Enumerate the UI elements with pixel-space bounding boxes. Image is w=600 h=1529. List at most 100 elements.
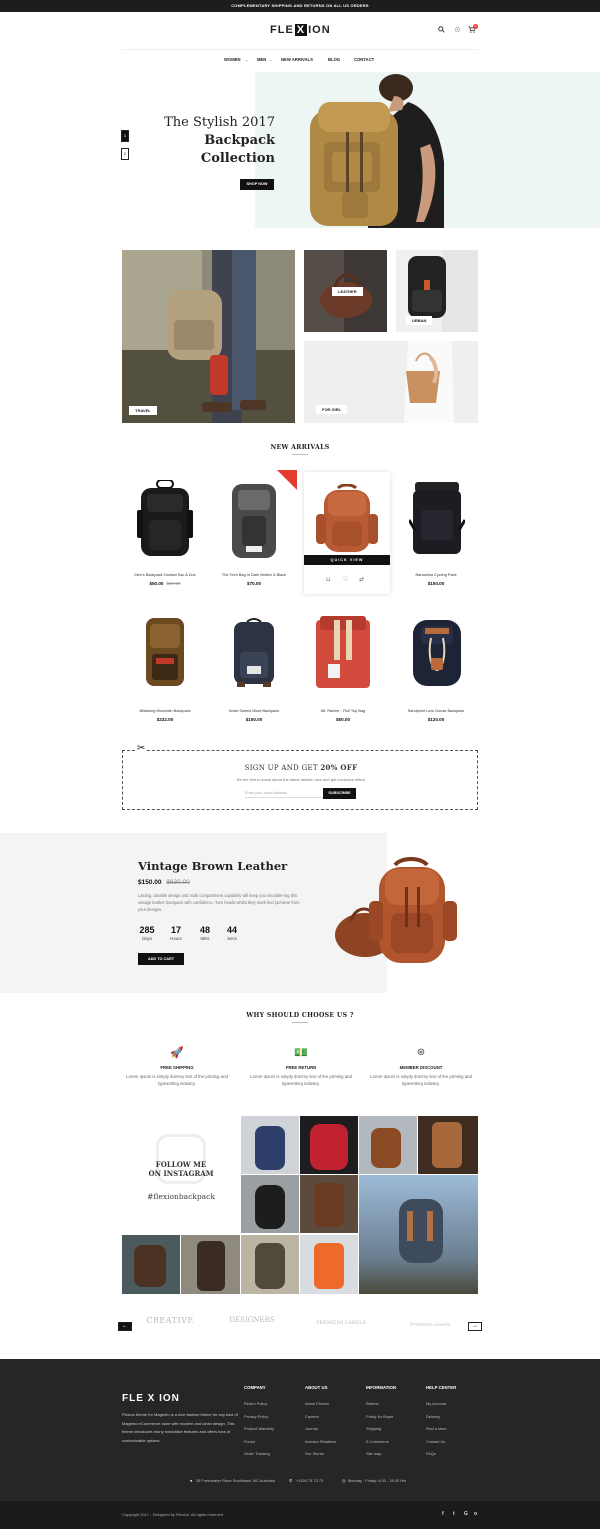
footer-link[interactable]: Our Stores (305, 1448, 336, 1461)
deal-description: Lasting, durable design and multi compar… (138, 893, 300, 912)
compare-icon[interactable]: ⇄ (359, 576, 364, 583)
instagram-line-1: FOLLOW ME (155, 1160, 207, 1169)
shop-now-button[interactable]: SHOP NOW (240, 179, 274, 190)
nav-men[interactable]: MEN (257, 57, 266, 62)
twitter-icon[interactable]: t (453, 1511, 455, 1517)
search-icon[interactable] (436, 26, 446, 36)
footer-col-information: Refund Policy for Buyer Shipping E-Comme… (366, 1398, 393, 1461)
category-travel[interactable]: TRAVEL (122, 250, 295, 423)
instagram-photo[interactable] (300, 1175, 358, 1233)
nav-blog[interactable]: BLOG (328, 57, 340, 62)
footer-col-title-information: INFORMATION (366, 1385, 396, 1390)
rocket-icon: 🚀 (170, 1047, 184, 1059)
footer-link[interactable]: Privacy Policy (244, 1411, 274, 1424)
footer-link[interactable]: Product Warranty (244, 1423, 274, 1436)
footer-link[interactable]: Contact Us (426, 1436, 447, 1449)
product-name[interactable]: Nanamica Cycling Pack (393, 572, 479, 577)
hero-slider: The Stylish 2017 Backpack Collection SHO… (0, 72, 600, 228)
footer-link[interactable]: Order Tracking (244, 1448, 274, 1461)
product-card[interactable]: Men's Backpack Tactical Sac A Dos $50.00… (122, 472, 208, 592)
footer-link[interactable]: Shipping (366, 1423, 393, 1436)
footer-link[interactable]: E-Commerce (366, 1436, 393, 1449)
product-price: $232.00 (156, 717, 174, 722)
category-for-girl[interactable]: FOR GIRL (304, 341, 478, 423)
slide-1-button[interactable]: 1 (121, 130, 129, 142)
instagram-photo[interactable] (241, 1175, 299, 1233)
product-name[interactable]: Billabong Mountain Backpack (122, 708, 208, 713)
quick-view-button[interactable]: QUICK VIEW (304, 555, 390, 565)
product-card[interactable]: Sandpoint Lars Gonas Backpack $120.00 (393, 608, 479, 728)
product-card[interactable]: Billabong Mountain Backpack $232.00 (122, 608, 208, 728)
footer-link[interactable]: Find a store (426, 1423, 447, 1436)
product-name[interactable]: Nnart Sweed Blunt Backpack (211, 708, 297, 713)
partner-logo-creative[interactable]: CREATIVE (145, 1316, 195, 1325)
instagram-photo[interactable] (241, 1235, 299, 1294)
slide-2-button[interactable]: 2 (121, 148, 129, 160)
product-name[interactable]: Sandpoint Lars Gonas Backpack (393, 708, 479, 713)
footer-link[interactable]: Return Policy (244, 1398, 274, 1411)
wishlist-icon[interactable]: ♡ (343, 576, 348, 583)
subscribe-button[interactable]: SUBSCRIBE (323, 788, 356, 799)
footer-link[interactable]: Delivery (426, 1411, 447, 1424)
why-item-title: FREE RETURN (285, 1065, 317, 1070)
instagram-social-icon[interactable]: o (474, 1511, 477, 1517)
countdown-mins-value: 48 (199, 925, 210, 935)
countdown-mins: 48 Mins (192, 925, 218, 941)
cart-icon[interactable]: 0 (467, 24, 478, 36)
instagram-block[interactable]: FOLLOW ME ON INSTAGRAM #flexionbackpack (122, 1116, 240, 1234)
instagram-hashtag[interactable]: #flexionbackpack (122, 1192, 240, 1201)
footer-col-company: Return Policy Privacy Policy Product War… (244, 1398, 274, 1461)
instagram-photo[interactable] (181, 1235, 240, 1294)
partners-next-button[interactable]: → (468, 1322, 482, 1331)
footer-link[interactable]: About Flexion (305, 1398, 336, 1411)
photo-bag (134, 1245, 166, 1287)
facebook-icon[interactable]: f (442, 1511, 444, 1517)
partners-prev-button[interactable]: ← (118, 1322, 132, 1331)
add-to-cart-button[interactable]: ADD TO CART (138, 953, 184, 965)
instagram-photo[interactable] (300, 1235, 358, 1294)
instagram-photo[interactable] (300, 1116, 358, 1174)
nav-new-arrivals[interactable]: NEW ARRIVALS (281, 57, 313, 62)
footer-link[interactable]: My Account (426, 1398, 447, 1411)
product-card[interactable]: Nnart Sweed Blunt Backpack $150.00 (211, 608, 297, 728)
newsletter-signup: ✂ SIGN UP AND GET 20% OFF Be the first t… (122, 744, 478, 810)
instagram-photo-large[interactable] (359, 1175, 478, 1294)
instagram-photo[interactable] (241, 1116, 299, 1174)
partner-logo-premium-labels[interactable]: PREMIUM LABELS (315, 1320, 367, 1326)
footer-link[interactable]: Forum (244, 1436, 274, 1449)
email-field[interactable]: Enter your email address (245, 789, 325, 798)
instagram-photo[interactable] (418, 1116, 478, 1174)
gear-icon[interactable] (452, 26, 462, 36)
footer-link[interactable]: Policy for Buyer (366, 1411, 393, 1424)
category-leather[interactable]: LEATHER (304, 250, 387, 332)
photo-bag (255, 1185, 285, 1229)
category-urban[interactable]: URBAN (396, 250, 478, 332)
deal-title: Vintage Brown Leather (138, 859, 288, 873)
product-card[interactable]: Mt. Rainier - Roll Top Bag $50.00 (300, 608, 386, 728)
nav-contact[interactable]: CONTACT (354, 57, 374, 62)
location-icon: ● (190, 1478, 193, 1483)
partner-logo-premium-goods[interactable]: Premium Goods (405, 1322, 455, 1328)
nav-women[interactable]: WOMEN (224, 57, 241, 62)
footer-link[interactable]: Careers (305, 1411, 336, 1424)
footer-link[interactable]: Investor Relations (305, 1436, 336, 1449)
footer-link[interactable]: Refund (366, 1398, 393, 1411)
product-card[interactable]: Nanamica Cycling Pack $150.00 (393, 472, 479, 592)
instagram-photo[interactable] (122, 1235, 180, 1294)
hero-line-3: Collection (200, 151, 275, 166)
footer-link[interactable]: FAQs (426, 1448, 447, 1461)
why-item-free-return: 💵 FREE RETURN Lorem Ipsum is simply dumm… (241, 1046, 361, 1087)
footer-logo[interactable]: FLE X ION (122, 1393, 180, 1404)
product-name[interactable]: Men's Backpack Tactical Sac A Dos (122, 572, 208, 577)
site-logo[interactable]: FLE X ION (270, 24, 331, 36)
google-icon[interactable]: G (464, 1511, 468, 1517)
add-to-cart-icon[interactable]: ⊔ (326, 576, 331, 583)
footer-link[interactable]: Journal (305, 1423, 336, 1436)
footer-link[interactable]: Site map (366, 1448, 393, 1461)
instagram-photo[interactable] (359, 1116, 417, 1174)
product-name[interactable]: The Tech Bag in Dark Molten & Black (211, 572, 297, 577)
product-name[interactable]: Mt. Rainier - Roll Top Bag (300, 708, 386, 713)
product-card[interactable]: The Tech Bag in Dark Molten & Black $70.… (211, 470, 297, 592)
partner-logo-designers[interactable]: DESIGNERS (226, 1316, 278, 1324)
product-card-hovered[interactable]: QUICK VIEW ⊔ ♡ ⇄ (304, 472, 390, 594)
